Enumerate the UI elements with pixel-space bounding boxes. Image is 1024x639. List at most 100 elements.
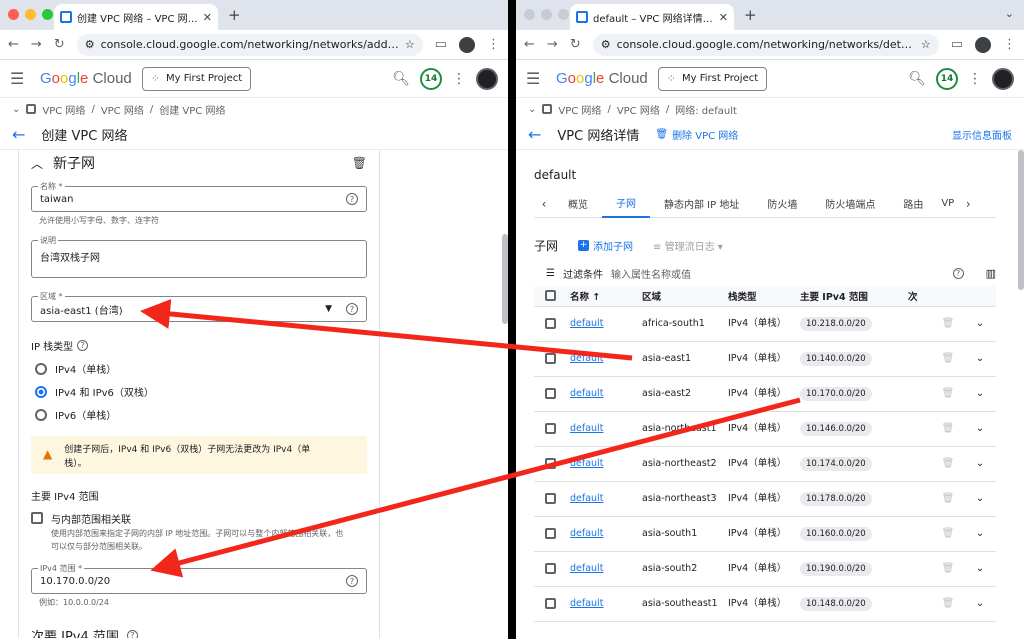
- cast-icon[interactable]: ▭: [435, 37, 447, 52]
- subnet-name-cell[interactable]: default: [566, 481, 638, 517]
- table-row[interactable]: default asia-east2 IPv4（单栈） 10.170.0.0/20 🗑︎…: [534, 376, 996, 412]
- breadcrumb-toggle-icon[interactable]: ⌄: [12, 104, 20, 115]
- show-info-panel-button[interactable]: 显示信息面板: [952, 127, 1012, 142]
- row-checkbox[interactable]: [544, 318, 556, 329]
- expand-row-icon[interactable]: ⌄: [964, 446, 996, 482]
- row-select-cell[interactable]: [534, 551, 566, 587]
- row-select-cell[interactable]: [534, 586, 566, 622]
- table-row[interactable]: default asia-southeast1 IPv4（单栈） 10.148.0.0…: [534, 586, 996, 622]
- subnet-link[interactable]: default: [570, 528, 603, 539]
- subnet-link[interactable]: default: [570, 563, 603, 574]
- tab-routes[interactable]: 路由: [889, 190, 937, 218]
- subnet-link[interactable]: default: [570, 353, 603, 364]
- delete-row-icon[interactable]: 🗑︎: [932, 306, 964, 342]
- user-avatar[interactable]: [476, 67, 498, 90]
- trash-icon[interactable]: 🗑︎: [352, 156, 367, 170]
- row-checkbox[interactable]: [544, 458, 556, 469]
- row-select-cell[interactable]: [534, 341, 566, 377]
- more-options-icon[interactable]: ⋮: [452, 71, 466, 87]
- subnet-link[interactable]: default: [570, 318, 603, 329]
- table-row[interactable]: default asia-northeast1 IPv4（单栈） 10.146.0.0…: [534, 411, 996, 447]
- row-checkbox[interactable]: [544, 353, 556, 364]
- reload-icon[interactable]: ↻: [54, 37, 65, 52]
- column-header-range[interactable]: 主要 IPv4 范围: [796, 286, 904, 307]
- add-subnet-button[interactable]: + 添加子网: [578, 238, 633, 253]
- tabs-scroll-left-icon[interactable]: ‹: [534, 197, 554, 211]
- row-checkbox[interactable]: [544, 423, 556, 434]
- help-icon[interactable]: ?: [952, 267, 964, 279]
- close-window-button[interactable]: [8, 9, 19, 20]
- expand-row-icon[interactable]: ⌄: [964, 376, 996, 412]
- minimize-window-button[interactable]: [25, 9, 36, 20]
- tab-overview[interactable]: 概览: [554, 190, 602, 218]
- expand-row-icon[interactable]: ⌄: [964, 516, 996, 552]
- back-arrow-icon[interactable]: ←: [528, 125, 541, 144]
- site-info-icon[interactable]: ⚙: [601, 38, 611, 51]
- subnet-name-cell[interactable]: default: [566, 411, 638, 447]
- subnet-name-field[interactable]: 名称 * taiwan ?: [31, 181, 367, 212]
- row-select-cell[interactable]: [534, 306, 566, 342]
- cast-icon[interactable]: ▭: [951, 37, 963, 52]
- breadcrumb-item[interactable]: VPC 网络: [42, 102, 85, 117]
- profile-avatar[interactable]: [459, 36, 475, 53]
- project-selector-button[interactable]: ⁘ My First Project: [141, 66, 252, 91]
- delete-row-icon[interactable]: 🗑︎: [932, 446, 964, 482]
- expand-row-icon[interactable]: ⌄: [964, 551, 996, 587]
- subnet-name-cell[interactable]: default: [566, 376, 638, 412]
- filter-bar[interactable]: ☰ 过滤条件 输入属性名称或值 ? ▥: [534, 260, 996, 286]
- subnet-link[interactable]: default: [570, 493, 603, 504]
- table-row[interactable]: default asia-northeast2 IPv4（单栈） 10.174.0.0…: [534, 446, 996, 482]
- column-header-region[interactable]: 区域: [638, 286, 724, 307]
- radio-ipv6-single[interactable]: IPv6（单栈）: [35, 407, 367, 422]
- new-subnet-header[interactable]: ︿ 新子网 🗑︎: [31, 150, 367, 176]
- back-icon[interactable]: ←: [8, 37, 19, 52]
- help-icon[interactable]: ?: [126, 630, 138, 638]
- reload-icon[interactable]: ↻: [570, 37, 581, 52]
- new-tab-icon[interactable]: +: [228, 6, 241, 24]
- description-field[interactable]: 说明 台湾双栈子网: [31, 235, 367, 278]
- delete-row-icon[interactable]: 🗑︎: [932, 586, 964, 622]
- user-avatar[interactable]: [992, 67, 1014, 90]
- region-select[interactable]: 区域 * asia-east1 (台湾) ▼ ?: [31, 291, 367, 322]
- manage-flow-logs-button[interactable]: ≡ 管理流日志 ▾: [653, 238, 723, 253]
- radio-button-selected[interactable]: [35, 385, 47, 398]
- subnet-link[interactable]: default: [570, 458, 603, 469]
- breadcrumb-item[interactable]: VPC 网络: [558, 102, 601, 117]
- dropdown-arrow-icon[interactable]: ▼: [325, 304, 332, 314]
- expand-row-icon[interactable]: ⌄: [964, 341, 996, 377]
- subnet-name-cell[interactable]: default: [566, 306, 638, 342]
- chevron-up-icon[interactable]: ︿: [31, 155, 43, 172]
- column-header-name[interactable]: 名称 ↑: [566, 286, 638, 307]
- bookmark-star-icon[interactable]: ☆: [921, 38, 931, 51]
- table-row[interactable]: default asia-south1 IPv4（单栈） 10.160.0.0/20 🗑…: [534, 516, 996, 552]
- search-icon[interactable]: 🔍︎: [392, 71, 410, 87]
- tab-search-chevron-icon[interactable]: ⌄: [1005, 7, 1014, 20]
- back-arrow-icon[interactable]: ←: [12, 125, 25, 144]
- checkbox[interactable]: [31, 512, 43, 524]
- select-all-checkbox[interactable]: [544, 290, 556, 302]
- back-icon[interactable]: ←: [524, 37, 535, 52]
- notifications-badge[interactable]: 14: [936, 67, 958, 90]
- subnet-link[interactable]: default: [570, 598, 603, 609]
- bookmark-star-icon[interactable]: ☆: [405, 38, 415, 51]
- delete-row-icon[interactable]: 🗑︎: [932, 376, 964, 412]
- tab-firewall-endpoints[interactable]: 防火墙端点: [811, 190, 889, 218]
- delete-row-icon[interactable]: 🗑︎: [932, 516, 964, 552]
- expand-row-icon[interactable]: ⌄: [964, 306, 996, 342]
- project-selector-button[interactable]: ⁘ My First Project: [657, 66, 768, 91]
- google-cloud-logo[interactable]: Google Cloud: [556, 70, 648, 87]
- tab-subnets[interactable]: 子网: [602, 190, 650, 218]
- row-checkbox[interactable]: [544, 528, 556, 539]
- new-tab-icon[interactable]: +: [744, 6, 757, 24]
- subnet-name-cell[interactable]: default: [566, 446, 638, 482]
- tab-close-icon[interactable]: ✕: [719, 11, 728, 24]
- browser-tab[interactable]: default – VPC 网络详情 – VPC ✕: [570, 4, 734, 30]
- row-checkbox[interactable]: [544, 598, 556, 609]
- scrollbar[interactable]: [1018, 150, 1024, 290]
- row-checkbox[interactable]: [544, 493, 556, 504]
- row-select-cell[interactable]: [534, 411, 566, 447]
- table-row[interactable]: default asia-south2 IPv4（单栈） 10.190.0.0/20 🗑…: [534, 551, 996, 587]
- site-info-icon[interactable]: ⚙: [85, 38, 95, 51]
- filter-input[interactable]: 输入属性名称或值: [611, 266, 691, 281]
- radio-button[interactable]: [35, 362, 47, 375]
